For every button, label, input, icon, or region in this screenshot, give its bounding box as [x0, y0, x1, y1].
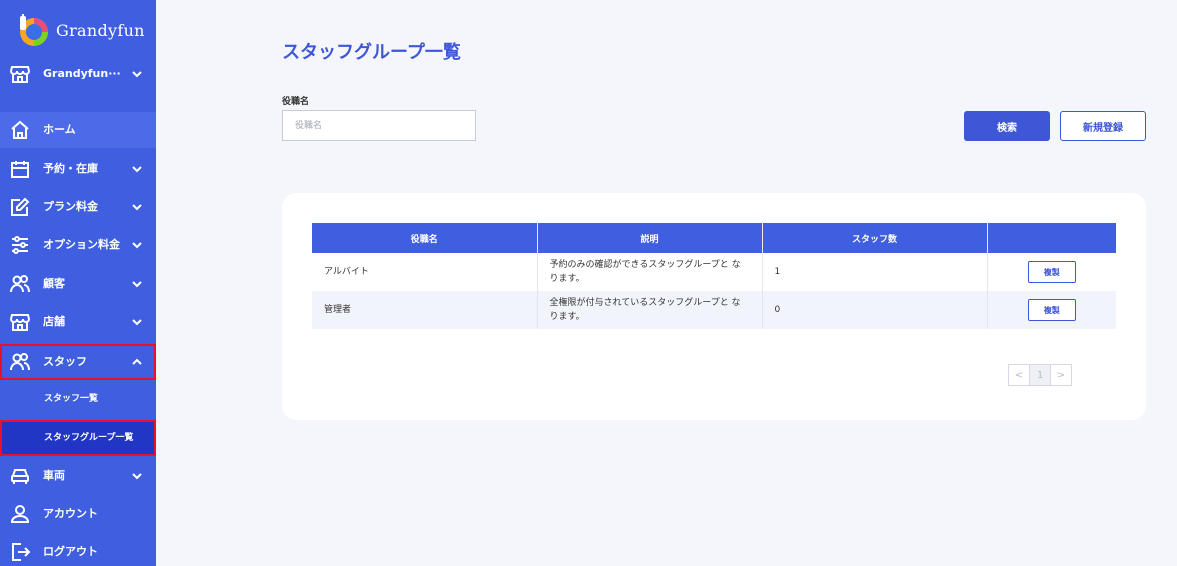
sidebar-subitem-label: スタッフグループ一覧	[44, 433, 134, 443]
pagination-page-current[interactable]: 1	[1029, 364, 1051, 386]
sidebar-subitem-label: スタッフ一覧	[44, 394, 99, 404]
sidebar-item-customers[interactable]: 顧客	[0, 266, 156, 302]
store-selector[interactable]: Grandyfun···	[0, 56, 156, 92]
store-icon	[9, 63, 31, 85]
column-header-staff-count: スタッフ数	[762, 223, 988, 253]
sidebar-item-label: 店舗	[43, 315, 65, 328]
cell-description: 予約のみの確認ができるスタッフグループと なります。	[537, 253, 763, 291]
store-selector-label: Grandyfun···	[43, 67, 121, 80]
sidebar-item-home[interactable]: ホーム	[0, 112, 156, 148]
cell-role-name: 管理者	[312, 291, 538, 329]
user-icon	[9, 503, 31, 525]
cell-description: 全権限が付与されているスタッフグループと なります。	[537, 291, 763, 329]
pagination-prev-button[interactable]: <	[1008, 364, 1030, 386]
sidebar-item-label: アカウント	[43, 507, 98, 520]
chevron-down-icon	[130, 278, 144, 290]
table-header-row: 役職名 説明 スタッフ数	[312, 223, 1116, 253]
copy-button[interactable]: 複製	[1027, 261, 1076, 283]
table-row[interactable]: アルバイト 予約のみの確認ができるスタッフグループと なります。 1 複製	[312, 253, 1116, 291]
page-title: スタッフグループ一覧	[282, 42, 461, 63]
cell-actions: 複製	[987, 291, 1116, 329]
sidebar-subitem-staff-list[interactable]: スタッフ一覧	[0, 381, 156, 417]
chevron-down-icon	[130, 239, 144, 251]
search-button[interactable]: 検索	[964, 111, 1050, 141]
chevron-down-icon	[130, 201, 144, 213]
sidebar-item-option-price[interactable]: オプション料金	[0, 227, 156, 263]
sidebar-item-logout[interactable]: ログアウト	[0, 534, 156, 566]
cell-role-name: アルバイト	[312, 253, 538, 291]
brand[interactable]: Grandyfun	[14, 12, 145, 48]
sidebar-item-label: 顧客	[43, 277, 65, 290]
sidebar-item-staff[interactable]: スタッフ	[0, 344, 156, 380]
sidebar-item-label: ログアウト	[43, 545, 98, 558]
chevron-up-icon	[130, 356, 144, 368]
sliders-icon	[9, 234, 31, 256]
chevron-down-icon	[130, 68, 144, 80]
sidebar-item-label: ホーム	[43, 123, 76, 136]
sidebar-item-account[interactable]: アカウント	[0, 496, 156, 532]
sidebar-subitem-staff-group-list[interactable]: スタッフグループ一覧	[0, 420, 156, 456]
sidebar-item-stores[interactable]: 店舗	[0, 304, 156, 340]
sidebar: Grandyfun Grandyfun··· ホーム 予約・在庫 プラン料金 オ…	[0, 0, 156, 566]
copy-button[interactable]: 複製	[1027, 299, 1076, 321]
cell-actions: 複製	[987, 253, 1116, 291]
sidebar-item-plan-price[interactable]: プラン料金	[0, 189, 156, 225]
new-register-button[interactable]: 新規登録	[1060, 111, 1146, 141]
chevron-down-icon	[130, 316, 144, 328]
brand-name: Grandyfun	[56, 20, 145, 40]
pagination-next-button[interactable]: >	[1050, 364, 1072, 386]
users-icon	[9, 351, 31, 373]
role-name-input[interactable]	[282, 110, 476, 141]
staff-group-table: 役職名 説明 スタッフ数 アルバイト 予約のみの確認ができるスタッフグループと …	[312, 223, 1116, 329]
cell-staff-count: 0	[762, 291, 988, 329]
sidebar-item-label: 予約・在庫	[43, 162, 98, 175]
staff-group-card: 役職名 説明 スタッフ数 アルバイト 予約のみの確認ができるスタッフグループと …	[282, 193, 1146, 420]
store-icon	[9, 311, 31, 333]
sidebar-item-vehicles[interactable]: 車両	[0, 458, 156, 494]
chevron-down-icon	[130, 470, 144, 482]
sidebar-item-label: 車両	[43, 469, 65, 482]
cell-staff-count: 1	[762, 253, 988, 291]
sidebar-item-label: スタッフ	[43, 355, 87, 368]
table-row[interactable]: 管理者 全権限が付与されているスタッフグループと なります。 0 複製	[312, 291, 1116, 329]
column-header-description: 説明	[537, 223, 763, 253]
home-icon	[9, 119, 31, 141]
car-icon	[9, 465, 31, 487]
column-header-role-name: 役職名	[312, 223, 538, 253]
edit-icon	[9, 196, 31, 218]
column-header-actions	[987, 223, 1116, 253]
sidebar-item-label: オプション料金	[43, 238, 120, 251]
role-name-label: 役職名	[282, 97, 310, 107]
calendar-icon	[9, 158, 31, 180]
sidebar-item-label: プラン料金	[43, 200, 98, 213]
users-icon	[9, 273, 31, 295]
chevron-down-icon	[130, 163, 144, 175]
grandyfun-logo-icon	[14, 12, 50, 48]
pagination: < 1 >	[1008, 364, 1072, 386]
sidebar-item-reservation[interactable]: 予約・在庫	[0, 151, 156, 187]
logout-icon	[9, 541, 31, 563]
